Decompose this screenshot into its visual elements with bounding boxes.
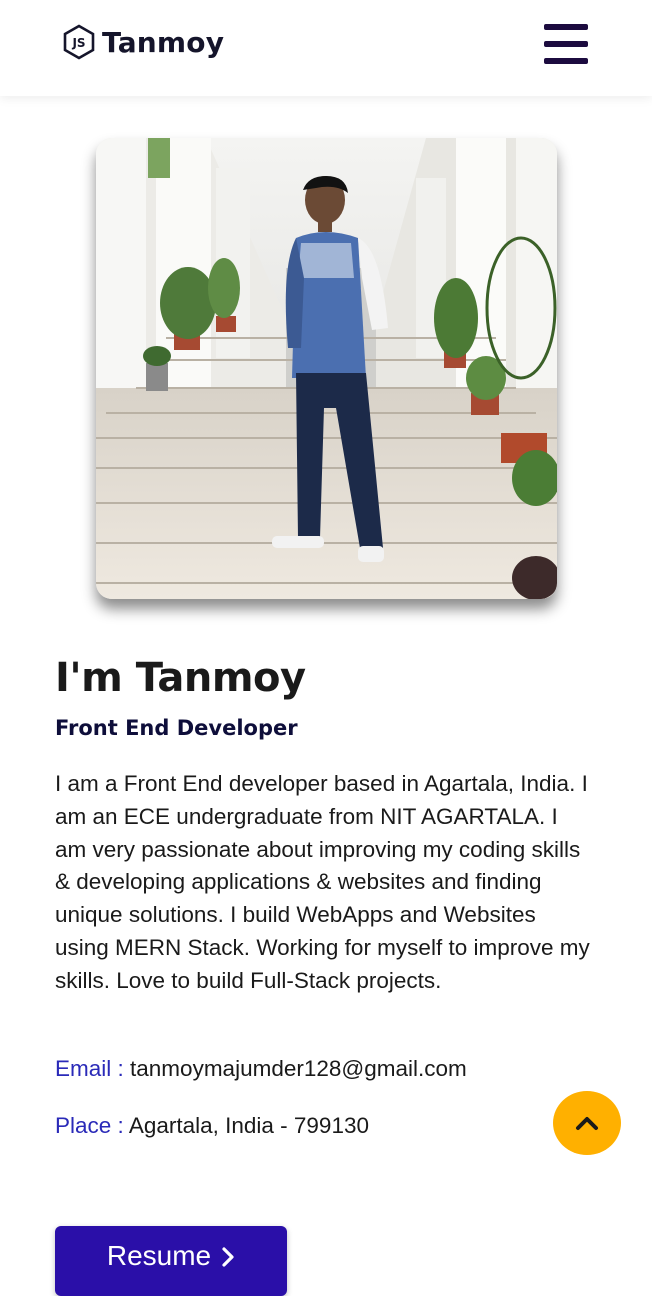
chevron-up-icon xyxy=(576,1117,598,1130)
page-title: I'm Tanmoy xyxy=(55,655,306,701)
place-row: Place : Agartala, India - 799130 xyxy=(55,1113,369,1139)
place-label: Place : xyxy=(55,1113,124,1138)
email-label: Email : xyxy=(55,1056,124,1081)
email-value[interactable]: tanmoymajumder128@gmail.com xyxy=(130,1056,467,1081)
brand-name: Tanmoy xyxy=(102,25,225,59)
profile-photo-image xyxy=(96,138,557,599)
job-role: Front End Developer xyxy=(55,716,298,740)
bio-paragraph: I am a Front End developer based in Agar… xyxy=(55,771,590,993)
place-value: Agartala, India - 799130 xyxy=(128,1113,369,1138)
hamburger-menu-icon xyxy=(544,24,588,30)
profile-photo xyxy=(96,138,557,599)
resume-button-label: Resume xyxy=(106,1240,212,1271)
hamburger-menu-button[interactable] xyxy=(544,24,588,64)
chevron-right-icon xyxy=(222,1247,234,1267)
nodejs-hexagon-icon: JS xyxy=(63,24,95,60)
brand-logo-link[interactable]: JS Tanmoy xyxy=(62,22,224,62)
resume-button[interactable]: Resume xyxy=(55,1226,287,1296)
svg-text:JS: JS xyxy=(71,36,85,50)
navbar: JS Tanmoy xyxy=(0,0,652,96)
email-row: Email : tanmoymajumder128@gmail.com xyxy=(55,1056,467,1082)
scroll-to-top-button[interactable] xyxy=(553,1091,621,1155)
